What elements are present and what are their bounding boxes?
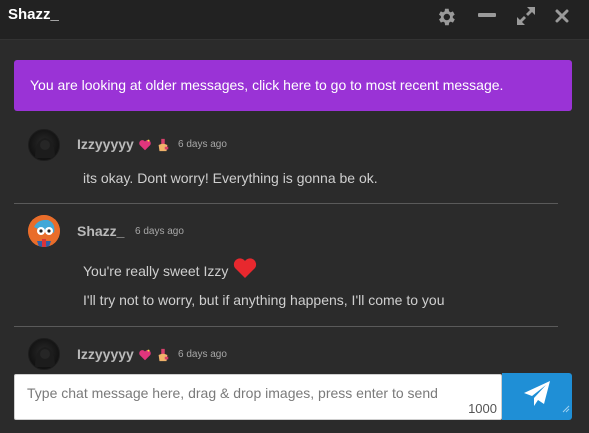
message-username[interactable]: Izzyyyyy [77, 346, 170, 365]
chat-composer: 1000 [14, 374, 502, 420]
message-username[interactable]: Shazz_ [77, 223, 124, 239]
avatar[interactable] [28, 215, 60, 247]
character-counter: 1000 [468, 401, 497, 416]
message-username[interactable]: Izzyyyyy [77, 136, 170, 155]
minimize-icon[interactable] [477, 6, 497, 31]
message-timestamp: 6 days ago [178, 349, 227, 360]
nail-polish-icon [156, 138, 170, 155]
red-heart-icon [232, 257, 258, 282]
avatar[interactable] [28, 338, 60, 370]
close-icon[interactable] [555, 6, 569, 31]
chat-window-titlebar: Shazz_ [0, 0, 589, 40]
message-divider [14, 326, 558, 327]
chat-title: Shazz_ [8, 6, 59, 23]
nail-polish-icon [156, 348, 170, 365]
avatar[interactable] [28, 129, 60, 161]
paper-plane-icon [522, 380, 552, 413]
message-divider [14, 203, 558, 204]
message-list[interactable]: Izzyyyyy 6 days ago its okay. Dont worry… [0, 120, 589, 370]
message-text: I'll try not to worry, but if anything h… [83, 292, 445, 308]
expand-icon[interactable] [516, 6, 536, 31]
message-timestamp: 6 days ago [178, 139, 227, 150]
send-button[interactable] [502, 373, 572, 420]
resize-grip-icon[interactable] [562, 400, 570, 418]
gear-icon[interactable] [435, 6, 457, 33]
older-messages-notice[interactable]: You are looking at older messages, click… [14, 60, 572, 111]
message-text: its okay. Dont worry! Everything is gonn… [83, 170, 378, 186]
message-timestamp: 6 days ago [135, 226, 184, 237]
message-text: You're really sweet Izzy [83, 257, 258, 282]
sparkling-heart-icon [138, 138, 152, 155]
chat-message-input[interactable] [15, 375, 501, 419]
sparkling-heart-icon [138, 348, 152, 365]
